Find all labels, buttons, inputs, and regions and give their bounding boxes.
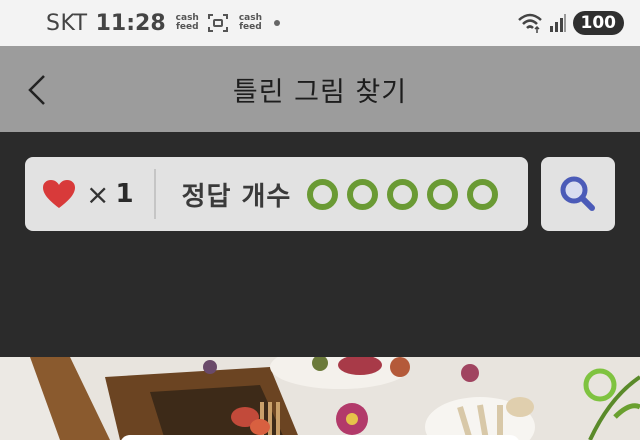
- cashfeed-icon: cash feed: [176, 14, 199, 32]
- battery-indicator: 100: [572, 11, 624, 35]
- answer-indicators: [307, 178, 499, 210]
- notification-dot-icon: [274, 20, 281, 26]
- cashfeed-bottom-text-2: feed: [239, 22, 262, 32]
- bottom-card: [120, 435, 520, 440]
- cashfeed-bottom-text: feed: [175, 22, 199, 32]
- answer-circle-icon: [347, 178, 379, 210]
- search-icon: [560, 176, 595, 211]
- answer-count-label: 정답 개수: [181, 181, 292, 212]
- answer-circle-icon: [467, 178, 499, 210]
- page-title: 틀린 그림 찾기: [232, 76, 408, 108]
- heart-icon: [43, 180, 75, 208]
- signal-icon: [549, 14, 566, 32]
- scan-icon: [207, 14, 228, 32]
- wifi-icon: [517, 13, 542, 33]
- food-photo-illustration: [0, 357, 640, 440]
- answer-circle-icon: [387, 178, 419, 210]
- hint-search-button[interactable]: [541, 157, 615, 231]
- app-header: 틀린 그림 찾기: [0, 46, 640, 132]
- answer-circle-icon: [427, 178, 459, 210]
- answer-circle-icon: [307, 178, 339, 210]
- status-bar: SKT 11:28 cash feed cash feed 100: [0, 0, 640, 46]
- game-status-panel: × 1 정답 개수: [25, 157, 528, 231]
- carrier-label: SKT: [46, 10, 88, 36]
- puzzle-image[interactable]: [0, 357, 640, 440]
- clock: 11:28: [95, 10, 166, 36]
- back-chevron-icon[interactable]: [26, 74, 50, 106]
- divider: [153, 169, 156, 219]
- lives-count: 1: [115, 179, 134, 209]
- multiply-sign: ×: [86, 177, 110, 211]
- cashfeed-icon-2: cash feed: [239, 14, 262, 32]
